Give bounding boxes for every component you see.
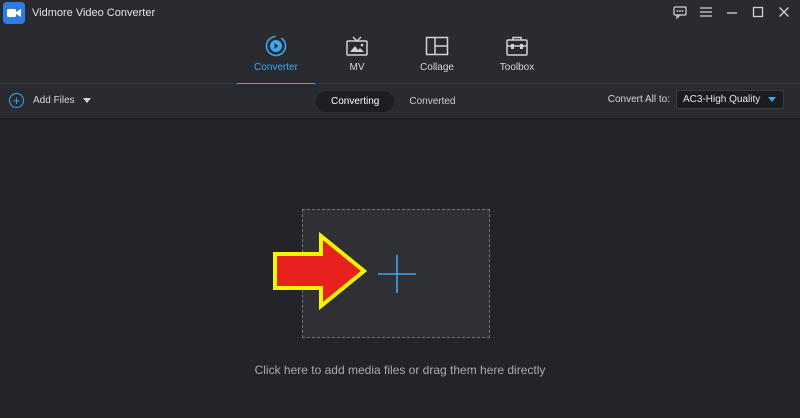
- tab-mv[interactable]: MV: [318, 26, 396, 84]
- app-title: Vidmore Video Converter: [32, 7, 156, 19]
- collage-icon: [425, 35, 449, 57]
- tab-label: Converter: [254, 62, 298, 73]
- format-select[interactable]: AC3-High Quality: [676, 90, 784, 109]
- add-plus-icon: [378, 255, 416, 293]
- converter-icon: [264, 35, 288, 57]
- add-files-button[interactable]: + Add Files: [9, 93, 91, 108]
- tab-converted[interactable]: Converted: [394, 91, 470, 112]
- add-files-label: Add Files: [33, 95, 75, 106]
- tab-toolbox[interactable]: Toolbox: [478, 26, 556, 84]
- format-select-value: AC3-High Quality: [683, 94, 761, 105]
- minimize-icon[interactable]: [724, 4, 740, 20]
- tab-label: MV: [349, 62, 365, 73]
- video-camera-icon: [3, 2, 25, 24]
- toolbox-icon: [505, 35, 529, 57]
- title-bar: Vidmore Video Converter: [0, 0, 800, 26]
- mv-icon: [345, 35, 369, 57]
- tab-label: Toolbox: [499, 62, 535, 73]
- tab-converting[interactable]: Converting: [316, 91, 395, 112]
- toolbar: + Add Files Converting Converted Convert…: [0, 84, 800, 119]
- close-icon[interactable]: [776, 4, 792, 20]
- chevron-down-icon: [768, 97, 776, 102]
- drop-hint[interactable]: Click here to add media files or drag th…: [0, 363, 800, 377]
- tab-label: Collage: [420, 62, 454, 73]
- feedback-icon[interactable]: [672, 4, 688, 20]
- main-tabs: Converter MV Collage Toolbox: [0, 26, 800, 85]
- convert-all: Convert All to: AC3-High Quality: [608, 90, 784, 109]
- sub-tabs: Converting Converted: [316, 91, 471, 112]
- chevron-down-icon[interactable]: [82, 98, 91, 103]
- tab-collage[interactable]: Collage: [398, 26, 476, 84]
- menu-icon[interactable]: [698, 4, 714, 20]
- pointer-arrow-icon: [273, 232, 368, 311]
- tab-converter[interactable]: Converter: [237, 26, 315, 85]
- convert-all-label: Convert All to:: [607, 94, 670, 105]
- plus-circle-icon: +: [9, 93, 24, 108]
- maximize-icon[interactable]: [750, 4, 766, 20]
- window-controls: [672, 4, 792, 20]
